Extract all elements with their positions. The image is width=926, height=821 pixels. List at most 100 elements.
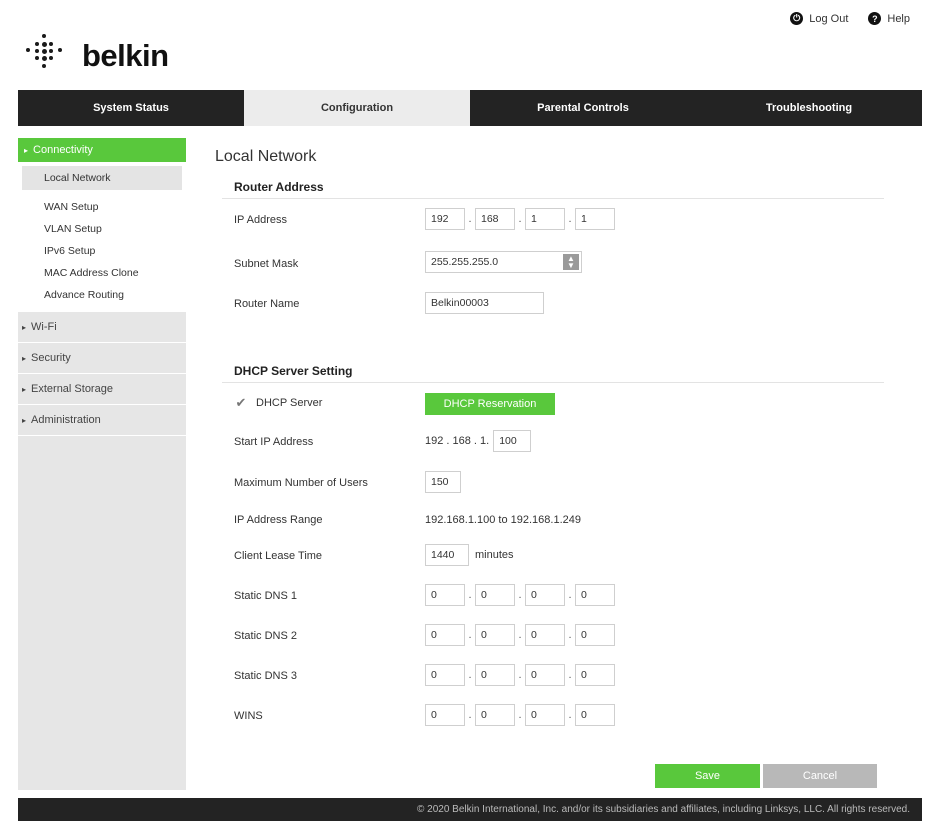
- section-title-dhcp: DHCP Server Setting: [234, 364, 353, 378]
- subnet-mask-select-wrap: 255.255.255.0 ▲ ▼: [425, 251, 582, 273]
- dns3-octet-1[interactable]: 0: [425, 664, 465, 686]
- brand-name: belkin: [82, 38, 169, 73]
- dns3-octet-3[interactable]: 0: [525, 664, 565, 686]
- sidebar-group-label: Wi-Fi: [31, 321, 57, 333]
- expand-arrow-icon: ▸: [22, 353, 27, 363]
- tab-parental-controls[interactable]: Parental Controls: [470, 90, 696, 126]
- dns1-octet-1[interactable]: 0: [425, 584, 465, 606]
- start-ip-prefix: 192 . 168 . 1.: [425, 435, 490, 447]
- belkin-dots-icon: [24, 34, 68, 70]
- static-dns1-label: Static DNS 1: [234, 590, 297, 602]
- dhcp-server-toggle[interactable]: ✔ DHCP Server: [234, 395, 323, 410]
- logout-link[interactable]: Log Out: [809, 13, 848, 25]
- cancel-button[interactable]: Cancel: [763, 764, 877, 788]
- static-dns3-fields: 0 . 0 . 0 . 0: [425, 664, 615, 686]
- subnet-mask-label: Subnet Mask: [234, 258, 299, 270]
- static-dns2-label: Static DNS 2: [234, 630, 297, 642]
- belkin-logo: belkin: [20, 28, 220, 78]
- lease-time-wrap: 1440 minutes: [425, 544, 514, 566]
- tab-system-status[interactable]: System Status: [18, 90, 244, 126]
- ip-address-label: IP Address: [234, 214, 287, 226]
- ip-octet-2[interactable]: 168: [475, 208, 515, 230]
- sidebar-item-local-network[interactable]: Local Network: [22, 166, 182, 190]
- dns1-octet-3[interactable]: 0: [525, 584, 565, 606]
- router-name-input[interactable]: Belkin00003: [425, 292, 544, 314]
- sidebar-item-vlan-setup[interactable]: VLAN Setup: [18, 218, 186, 240]
- sidebar-group-label: External Storage: [31, 383, 113, 395]
- router-name-wrap: Belkin00003: [425, 292, 544, 314]
- lease-time-unit: minutes: [475, 549, 514, 561]
- dns3-octet-2[interactable]: 0: [475, 664, 515, 686]
- ip-range-label: IP Address Range: [234, 514, 323, 526]
- wins-octet-2[interactable]: 0: [475, 704, 515, 726]
- wins-octet-3[interactable]: 0: [525, 704, 565, 726]
- sidebar-group-administration[interactable]: ▸ Administration: [18, 405, 186, 436]
- lease-time-input[interactable]: 1440: [425, 544, 469, 566]
- copyright-text: © 2020 Belkin International, Inc. and/or…: [416, 804, 910, 815]
- sidebar-group-wifi[interactable]: ▸ Wi-Fi: [18, 312, 186, 343]
- sidebar-group-label: Security: [31, 352, 71, 364]
- expand-arrow-icon: ▸: [22, 384, 27, 394]
- save-button[interactable]: Save: [655, 764, 760, 788]
- tab-configuration[interactable]: Configuration: [244, 90, 470, 126]
- wins-octet-1[interactable]: 0: [425, 704, 465, 726]
- power-icon[interactable]: ⏻: [790, 12, 804, 25]
- wins-fields: 0 . 0 . 0 . 0: [425, 704, 615, 726]
- dns2-octet-4[interactable]: 0: [575, 624, 615, 646]
- start-ip-last-octet[interactable]: 100: [493, 430, 532, 452]
- tab-troubleshooting[interactable]: Troubleshooting: [696, 90, 922, 126]
- sidebar: ▸ Connectivity Local Network WAN Setup V…: [18, 138, 186, 790]
- wins-label: WINS: [234, 710, 263, 722]
- ip-range-wrap: 192.168.1.100 to 192.168.1.249: [425, 514, 581, 526]
- help-link[interactable]: Help: [887, 13, 910, 25]
- sidebar-group-label: Administration: [31, 414, 101, 426]
- top-links: ⏻ Log Out ? Help: [790, 12, 910, 25]
- section-divider: [222, 382, 884, 383]
- start-ip-fields: 192 . 168 . 1. 100: [425, 430, 532, 452]
- sidebar-group-connectivity[interactable]: ▸ Connectivity: [18, 138, 186, 162]
- sidebar-submenu: Local Network WAN Setup VLAN Setup IPv6 …: [18, 162, 186, 312]
- max-users-input[interactable]: 150: [425, 471, 461, 493]
- ip-octet-1[interactable]: 192: [425, 208, 465, 230]
- dns2-octet-3[interactable]: 0: [525, 624, 565, 646]
- dhcp-server-label: DHCP Server: [256, 397, 323, 409]
- dns1-octet-4[interactable]: 0: [575, 584, 615, 606]
- footer: © 2020 Belkin International, Inc. and/or…: [18, 798, 922, 821]
- expand-arrow-icon: ▸: [22, 322, 27, 332]
- sidebar-group-external-storage[interactable]: ▸ External Storage: [18, 374, 186, 405]
- dns2-octet-2[interactable]: 0: [475, 624, 515, 646]
- static-dns3-label: Static DNS 3: [234, 670, 297, 682]
- sidebar-item-wan-setup[interactable]: WAN Setup: [18, 196, 186, 218]
- sidebar-group-label: Connectivity: [33, 144, 93, 156]
- section-title-router-address: Router Address: [234, 180, 324, 194]
- subnet-mask-value: 255.255.255.0: [431, 256, 499, 268]
- dns2-octet-1[interactable]: 0: [425, 624, 465, 646]
- ip-octet-4[interactable]: 1: [575, 208, 615, 230]
- select-spinner-icon: ▲ ▼: [563, 254, 579, 270]
- checkmark-icon[interactable]: ✔: [234, 395, 248, 410]
- sidebar-item-mac-address-clone[interactable]: MAC Address Clone: [18, 262, 186, 284]
- dhcp-reservation-button[interactable]: DHCP Reservation: [425, 393, 555, 415]
- dns1-octet-2[interactable]: 0: [475, 584, 515, 606]
- max-users-label: Maximum Number of Users: [234, 477, 368, 489]
- expand-arrow-icon: ▸: [24, 145, 29, 155]
- static-dns1-fields: 0 . 0 . 0 . 0: [425, 584, 615, 606]
- router-name-label: Router Name: [234, 298, 300, 310]
- sidebar-item-advance-routing[interactable]: Advance Routing: [18, 284, 186, 306]
- dns3-octet-4[interactable]: 0: [575, 664, 615, 686]
- main-nav: System Status Configuration Parental Con…: [18, 90, 922, 126]
- sidebar-group-security[interactable]: ▸ Security: [18, 343, 186, 374]
- static-dns2-fields: 0 . 0 . 0 . 0: [425, 624, 615, 646]
- ip-address-fields: 192 . 168 . 1 . 1: [425, 208, 615, 230]
- wins-octet-4[interactable]: 0: [575, 704, 615, 726]
- ip-range-value: 192.168.1.100 to 192.168.1.249: [425, 514, 581, 526]
- help-icon[interactable]: ?: [868, 12, 882, 25]
- sidebar-item-ipv6-setup[interactable]: IPv6 Setup: [18, 240, 186, 262]
- start-ip-label: Start IP Address: [234, 436, 314, 448]
- expand-arrow-icon: ▸: [22, 415, 27, 425]
- lease-time-label: Client Lease Time: [234, 550, 323, 562]
- subnet-mask-select[interactable]: 255.255.255.0 ▲ ▼: [425, 251, 582, 273]
- max-users-wrap: 150: [425, 471, 461, 493]
- ip-octet-3[interactable]: 1: [525, 208, 565, 230]
- page-title: Local Network: [215, 148, 317, 165]
